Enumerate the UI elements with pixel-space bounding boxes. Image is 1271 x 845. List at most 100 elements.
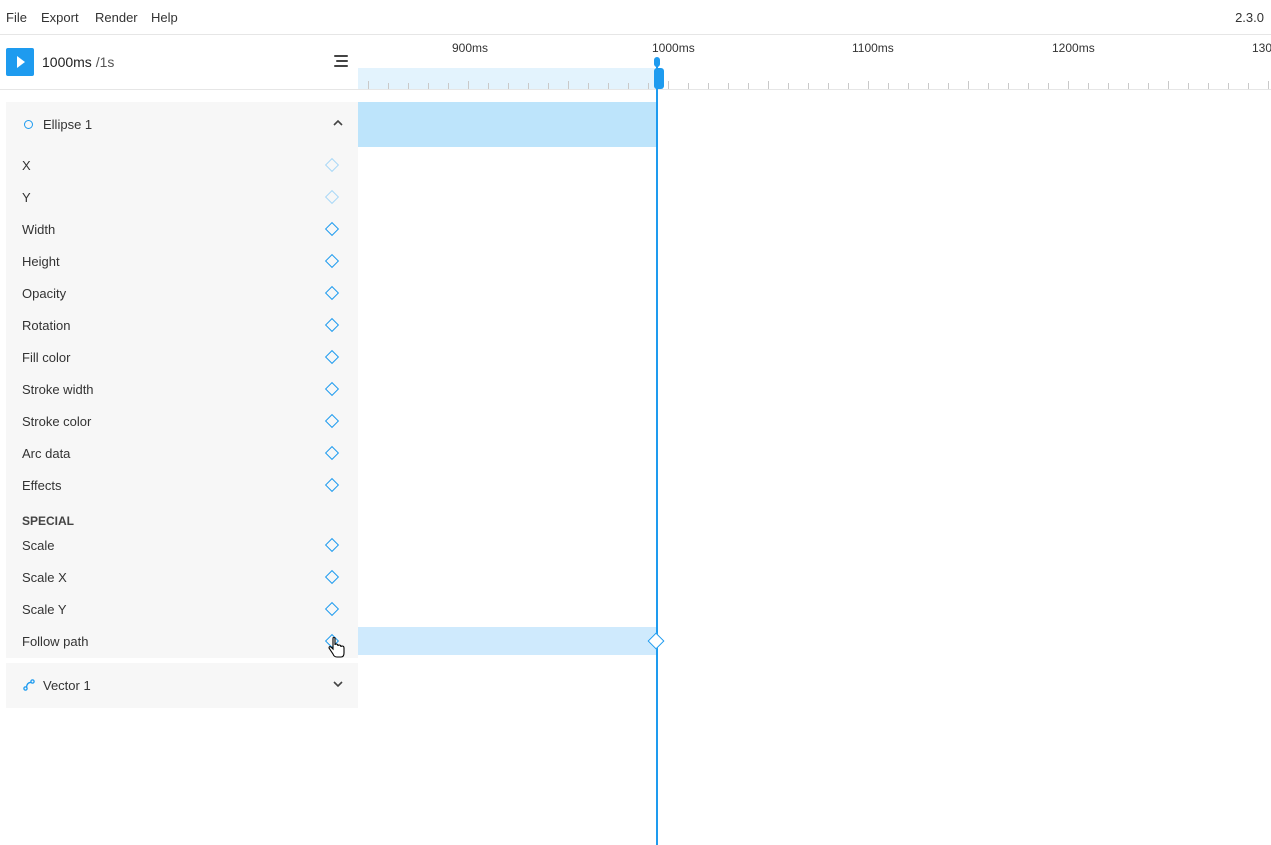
- ruler-tick: [988, 83, 989, 89]
- property-label: Scale: [22, 538, 55, 553]
- menu-export[interactable]: Export: [41, 10, 79, 25]
- time-separator: /: [91, 54, 100, 70]
- menubar: File Export Render Help 2.3.0: [0, 0, 1271, 35]
- keyframe-diamond-icon[interactable]: [324, 445, 340, 461]
- ruler-tick: [568, 81, 569, 89]
- property-label: Fill color: [22, 350, 71, 365]
- chevron-up-icon[interactable]: [331, 118, 345, 128]
- property-label: Stroke color: [22, 414, 92, 429]
- layer-track-bar[interactable]: [358, 102, 656, 147]
- keyframe-diamond-icon[interactable]: [324, 317, 340, 333]
- ruler-label: 1000ms: [652, 41, 695, 55]
- keyframe-diamond-icon[interactable]: [324, 477, 340, 493]
- ruler-tick: [1208, 83, 1209, 89]
- ruler-tick: [368, 81, 369, 89]
- property-row-height[interactable]: Height: [6, 246, 358, 278]
- playback-toolbar: 1000ms /1s: [0, 35, 358, 90]
- ruler-tick: [1108, 83, 1109, 89]
- keyframe-diamond-icon[interactable]: [324, 381, 340, 397]
- ruler-tick: [748, 83, 749, 89]
- ruler-tick: [1268, 81, 1269, 89]
- ruler-tick: [828, 83, 829, 89]
- ruler-label: 1200ms: [1052, 41, 1095, 55]
- property-label: Rotation: [22, 318, 71, 333]
- ruler-tick: [428, 83, 429, 89]
- ruler-tick: [848, 83, 849, 89]
- property-label: Opacity: [22, 286, 67, 301]
- ruler-tick: [688, 83, 689, 89]
- ruler-tick: [448, 83, 449, 89]
- ruler-tick: [1168, 81, 1169, 89]
- ruler-tick: [1068, 81, 1069, 89]
- timeline-ruler[interactable]: 900ms 1000ms 1100ms 1200ms 130: [358, 35, 1271, 90]
- ruler-tick: [548, 83, 549, 89]
- ruler-tick: [868, 81, 869, 89]
- ruler-tick: [1028, 83, 1029, 89]
- property-row-scale[interactable]: Scale: [6, 530, 358, 562]
- property-label: Effects: [22, 478, 62, 493]
- property-row-stroke-width[interactable]: Stroke width: [6, 374, 358, 406]
- property-row-opacity[interactable]: Opacity: [6, 278, 358, 310]
- keyframe-diamond-icon[interactable]: [324, 157, 340, 173]
- play-button[interactable]: [6, 48, 34, 76]
- menu-render[interactable]: Render: [95, 10, 138, 25]
- keyframe-diamond-icon[interactable]: [324, 221, 340, 237]
- property-row-follow-path[interactable]: Follow path: [6, 626, 358, 658]
- property-row-x[interactable]: X: [6, 150, 358, 182]
- property-label: Height: [22, 254, 60, 269]
- keyframe-diamond-icon[interactable]: [324, 189, 340, 205]
- property-label: Arc data: [22, 446, 71, 461]
- ruler-tick: [388, 83, 389, 89]
- menu-file[interactable]: File: [6, 10, 27, 25]
- property-row-arc-data[interactable]: Arc data: [6, 438, 358, 470]
- ruler-tick: [1088, 83, 1089, 89]
- property-label: Width: [22, 222, 56, 237]
- ruler-tick: [468, 81, 469, 89]
- playhead-line[interactable]: [656, 62, 658, 845]
- layer-header-ellipse[interactable]: Ellipse 1: [6, 102, 358, 146]
- ruler-tick: [768, 81, 769, 89]
- ruler-tick: [488, 83, 489, 89]
- property-row-fill-color[interactable]: Fill color: [6, 342, 358, 374]
- hamburger-menu-icon[interactable]: [334, 55, 348, 67]
- keyframe-diamond-icon[interactable]: [324, 601, 340, 617]
- property-row-rotation[interactable]: Rotation: [6, 310, 358, 342]
- layer-header-vector[interactable]: Vector 1: [6, 663, 358, 708]
- keyframe-diamond-icon[interactable]: [324, 633, 340, 649]
- ruler-tick: [1228, 83, 1229, 89]
- vector-path-icon: [23, 679, 35, 691]
- chevron-down-icon[interactable]: [331, 679, 345, 689]
- keyframe-diamond-icon[interactable]: [324, 285, 340, 301]
- time-display: 1000ms /1s: [42, 54, 114, 70]
- keyframe-diamond-icon[interactable]: [324, 537, 340, 553]
- play-icon: [17, 56, 25, 68]
- ruler-tick: [608, 83, 609, 89]
- property-row-effects[interactable]: Effects: [6, 470, 358, 502]
- playhead-top[interactable]: [654, 57, 660, 67]
- property-label: Stroke width: [22, 382, 94, 397]
- ruler-tick: [408, 83, 409, 89]
- ruler-label: 130: [1252, 41, 1271, 55]
- property-row-y[interactable]: Y: [6, 182, 358, 214]
- property-row-width[interactable]: Width: [6, 214, 358, 246]
- property-row-scale-x[interactable]: Scale X: [6, 562, 358, 594]
- property-row-scale-y[interactable]: Scale Y: [6, 594, 358, 626]
- layer-ellipse-panel: Ellipse 1 X Y Width Height Opacity Rotat…: [6, 102, 358, 658]
- keyframe-diamond-icon[interactable]: [324, 253, 340, 269]
- total-time: 1s: [99, 54, 115, 70]
- follow-path-track-bar[interactable]: [358, 627, 656, 655]
- current-time: 1000ms: [42, 54, 92, 70]
- property-row-stroke-color[interactable]: Stroke color: [6, 406, 358, 438]
- layer-name: Vector 1: [43, 678, 91, 693]
- ruler-tick: [508, 83, 509, 89]
- keyframe-diamond-icon[interactable]: [324, 413, 340, 429]
- ruler-label: 1100ms: [852, 41, 894, 55]
- menu-help[interactable]: Help: [151, 10, 178, 25]
- ruler-tick: [788, 83, 789, 89]
- keyframe-diamond-icon[interactable]: [324, 349, 340, 365]
- playhead-handle[interactable]: [654, 68, 664, 89]
- keyframe-diamond-icon[interactable]: [324, 569, 340, 585]
- app-window: File Export Render Help 2.3.0 1000ms /1s…: [0, 0, 1271, 845]
- ruler-tick: [888, 83, 889, 89]
- ruler-tick: [1148, 83, 1149, 89]
